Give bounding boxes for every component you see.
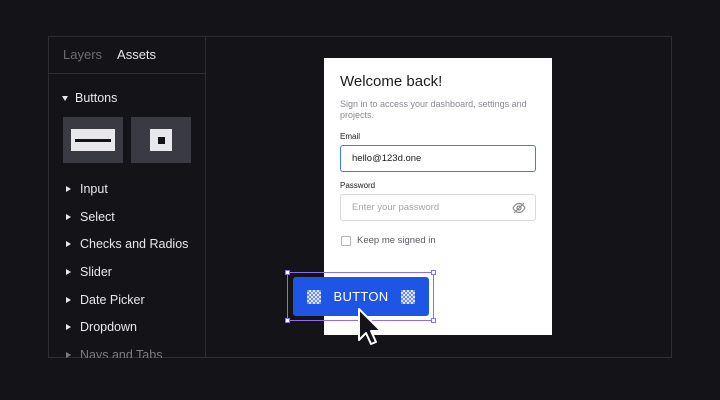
- asset-item-label: Slider: [80, 264, 112, 279]
- caret-right-icon: [66, 296, 71, 303]
- asset-item-label: Navs and Tabs: [80, 347, 163, 358]
- asset-item-label: Date Picker: [80, 292, 145, 307]
- asset-item-date-picker[interactable]: Date Picker: [48, 286, 205, 314]
- email-value: hello@123d.one: [352, 153, 422, 164]
- resize-handle-bottom-left[interactable]: [285, 318, 290, 323]
- checkerboard-icon: [400, 289, 415, 304]
- asset-item-label: Select: [80, 209, 115, 224]
- asset-item-slider[interactable]: Slider: [48, 258, 205, 286]
- remember-me-checkbox[interactable]: [341, 235, 351, 246]
- icon-button-thumbnail[interactable]: [131, 117, 191, 163]
- remember-me-row[interactable]: Keep me signed in: [341, 235, 436, 246]
- caret-right-icon: [66, 268, 71, 275]
- caret-right-icon: [66, 241, 71, 248]
- caret-down-icon: [62, 95, 68, 101]
- login-title: Welcome back!: [340, 73, 443, 90]
- panel-tabs: Layers Assets: [48, 36, 205, 74]
- wide-button-preview-icon: [71, 129, 115, 151]
- caret-right-icon: [66, 185, 71, 192]
- password-label: Password: [340, 181, 376, 190]
- asset-item-dropdown[interactable]: Dropdown: [48, 313, 205, 341]
- eye-off-icon[interactable]: [512, 202, 526, 214]
- asset-item-input[interactable]: Input: [48, 175, 205, 203]
- section-buttons[interactable]: Buttons: [48, 87, 205, 109]
- caret-right-icon: [66, 213, 71, 220]
- asset-item-checks-radios[interactable]: Checks and Radios: [48, 230, 205, 258]
- button-thumbnails: [48, 117, 205, 163]
- wide-button-thumbnail[interactable]: [63, 117, 123, 163]
- section-buttons-label: Buttons: [75, 91, 118, 105]
- asset-item-label: Checks and Radios: [80, 237, 189, 252]
- assets-panel: Layers Assets Buttons Input Select Check…: [48, 36, 206, 358]
- caret-right-icon: [66, 324, 71, 331]
- asset-item-select[interactable]: Select: [48, 203, 205, 231]
- resize-handle-top-right[interactable]: [431, 270, 436, 275]
- checkerboard-icon: [307, 289, 322, 304]
- asset-item-label: Dropdown: [80, 320, 137, 335]
- asset-list: Input Select Checks and Radios Slider Da…: [48, 175, 205, 358]
- asset-item-label: Input: [80, 181, 108, 196]
- pointer-cursor-icon: [358, 308, 382, 345]
- caret-right-icon: [66, 351, 71, 358]
- asset-item-navs-tabs[interactable]: Navs and Tabs: [48, 341, 205, 358]
- tab-layers[interactable]: Layers: [63, 47, 102, 62]
- password-placeholder: Enter your password: [352, 202, 440, 213]
- email-field[interactable]: hello@123d.one: [340, 145, 536, 172]
- tab-assets[interactable]: Assets: [117, 47, 156, 62]
- password-field[interactable]: Enter your password: [340, 194, 536, 221]
- remember-me-label: Keep me signed in: [357, 235, 436, 246]
- resize-handle-top-left[interactable]: [285, 270, 290, 275]
- login-subtitle: Sign in to access your dashboard, settin…: [340, 99, 527, 120]
- resize-handle-bottom-right[interactable]: [431, 318, 436, 323]
- icon-button-preview-icon: [150, 129, 172, 151]
- email-label: Email: [340, 132, 361, 141]
